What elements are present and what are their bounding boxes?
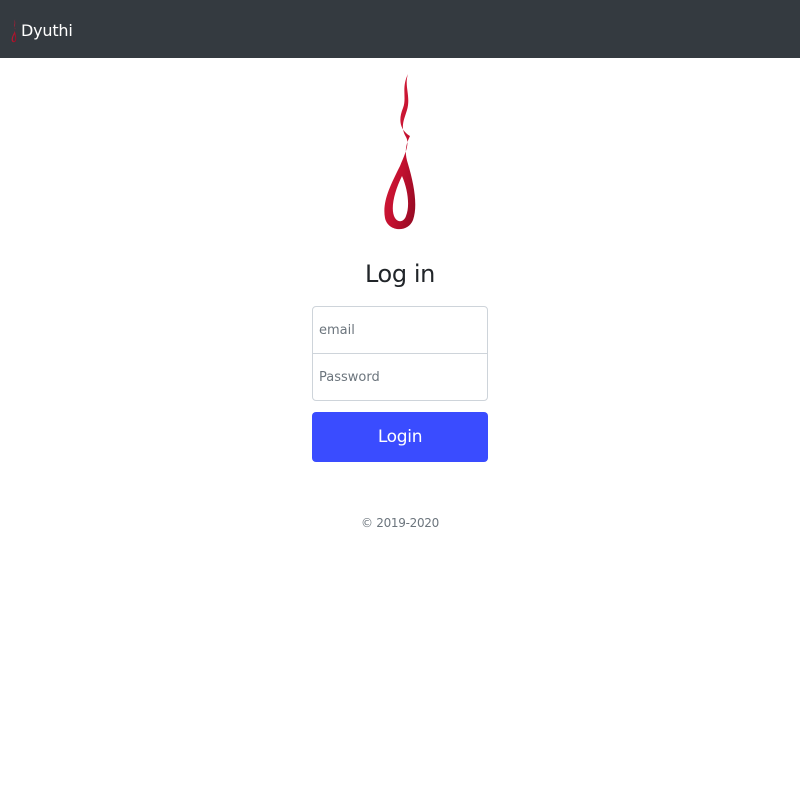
copyright-text: © 2019-2020 (361, 516, 439, 530)
flame-logo-icon (11, 19, 17, 43)
password-field[interactable] (312, 353, 488, 401)
flame-logo-icon (384, 74, 416, 230)
brand-name: Dyuthi (21, 21, 73, 40)
page-title: Log in (365, 260, 435, 288)
login-form: Login (312, 306, 488, 462)
email-field[interactable] (312, 306, 488, 354)
brand-link[interactable]: Dyuthi (8, 19, 73, 43)
top-navbar: Dyuthi (0, 0, 800, 58)
login-button[interactable]: Login (312, 412, 488, 462)
